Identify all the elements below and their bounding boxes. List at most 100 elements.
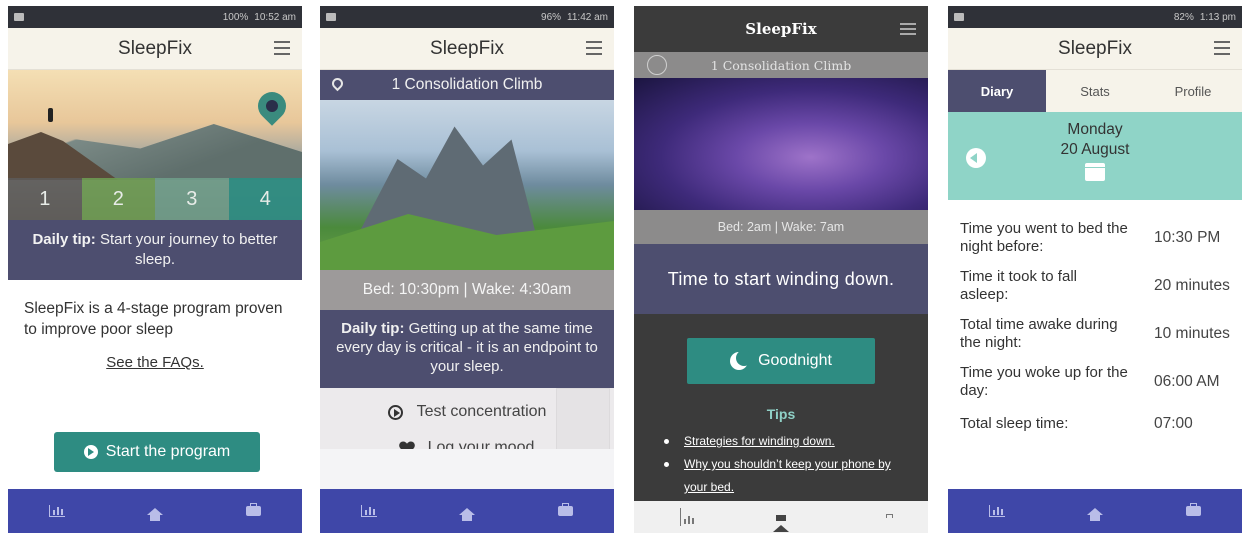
notification-icon: [14, 13, 24, 21]
clock: 11:42 am: [567, 11, 608, 23]
location-pin-icon: [329, 75, 346, 92]
goodnight-label: Goodnight: [758, 352, 832, 369]
arrow-circle-icon: [83, 445, 98, 459]
home-icon: [773, 508, 790, 532]
table-row: Total sleep time: 07:00: [960, 406, 1230, 442]
stage-title: 1 Consolidation Climb: [710, 57, 852, 73]
nav-toolbox[interactable]: [1173, 496, 1213, 526]
diary-question: Time it took to fall asleep:: [960, 268, 1077, 303]
diary-question: Time you went to bed the night before:: [960, 220, 1128, 255]
bottom-nav: [948, 489, 1242, 533]
back-arrow-icon[interactable]: [966, 148, 986, 168]
status-bar: 100% 10:52 am: [8, 6, 302, 28]
app-bar: SleepFix: [8, 28, 302, 70]
diary-answer[interactable]: 20 minutes: [1128, 277, 1230, 295]
phone-night-screen: SleepFix 1 Consolidation Climb Bed: 2am …: [634, 6, 928, 533]
diary-question: Total time awake during the night:: [960, 316, 1118, 351]
tip-link-winding[interactable]: Strategies for winding down.: [684, 434, 835, 448]
hamburger-menu-icon[interactable]: [586, 41, 602, 55]
app-title: SleepFix: [1058, 37, 1132, 59]
daily-tip: Daily tip: Start your journey to better …: [8, 220, 302, 280]
bottom-nav: [8, 489, 302, 533]
nav-home[interactable]: [1075, 496, 1115, 526]
diary-answer[interactable]: 06:00 AM: [1128, 373, 1220, 391]
tab-bar: Diary Stats Profile: [948, 70, 1242, 112]
nav-stats[interactable]: [680, 508, 695, 526]
clock: 1:13 pm: [1199, 11, 1236, 23]
location-pin-icon: [647, 55, 667, 75]
briefcase-icon: [1185, 503, 1201, 516]
notification-icon: [954, 13, 964, 21]
night-content: Goodnight Tips Strategies for winding do…: [634, 314, 928, 508]
bar-chart-icon: [49, 505, 65, 517]
date-header: Monday 20 August: [948, 112, 1242, 200]
stage-4[interactable]: 4: [228, 178, 302, 220]
nav-home[interactable]: [135, 496, 175, 526]
bottom-nav: [634, 501, 928, 533]
diary-question: Total sleep time:: [960, 415, 1069, 432]
notification-icon: [326, 13, 336, 21]
sleep-schedule: Bed: 2am | Wake: 7am: [634, 210, 928, 244]
table-row: Time you went to bed the night before: 1…: [960, 214, 1230, 262]
program-intro: SleepFix is a 4-stage program proven to …: [24, 300, 283, 338]
stage-1[interactable]: 1: [8, 178, 82, 220]
nav-stats[interactable]: [349, 496, 389, 526]
nav-stats[interactable]: [37, 496, 77, 526]
moon-pin-icon: [252, 86, 292, 126]
nav-stats[interactable]: [977, 496, 1017, 526]
diary-date: 20 August: [1060, 141, 1130, 158]
stage-selector: 1 2 3 4: [8, 178, 302, 220]
night-sky-image: [634, 78, 928, 210]
app-bar: SleepFix: [634, 6, 928, 52]
home-icon: [459, 507, 475, 521]
battery-level: 82%: [1173, 11, 1194, 23]
battery-level: 100%: [222, 11, 249, 23]
tip-link-phone[interactable]: Why you shouldn’t keep your phone by you…: [684, 457, 891, 494]
nav-toolbox[interactable]: [233, 496, 273, 526]
diary-answer[interactable]: 10 minutes: [1128, 325, 1230, 343]
stage-title-bar: 1 Consolidation Climb: [634, 52, 928, 78]
hamburger-menu-icon[interactable]: [900, 23, 916, 35]
stage-title: 1 Consolidation Climb: [391, 76, 543, 93]
diary-day: Monday: [1067, 121, 1123, 138]
bar-chart-icon: [361, 505, 377, 517]
briefcase-icon: [245, 503, 261, 516]
diary-answer: 07:00: [1154, 415, 1193, 432]
table-row: Total time awake during the night: 10 mi…: [960, 310, 1230, 358]
list-item: Why you shouldn’t keep your phone by you…: [664, 453, 900, 499]
nav-home[interactable]: [773, 508, 790, 532]
bar-chart-icon: [680, 508, 695, 526]
start-program-button[interactable]: Start the program: [54, 432, 260, 472]
table-row: Time you woke up for the day: 06:00 AM: [960, 358, 1230, 406]
clock: 10:52 am: [254, 11, 296, 23]
tips-heading: Tips: [766, 406, 796, 422]
diary-question: Time you woke up for the day:: [960, 364, 1128, 399]
tips-list: Strategies for winding down. Why you sho…: [634, 422, 928, 499]
nav-home[interactable]: [447, 496, 487, 526]
stage-3[interactable]: 3: [155, 178, 229, 220]
list-item: Strategies for winding down.: [664, 430, 900, 453]
nav-toolbox[interactable]: [545, 496, 585, 526]
tab-stats[interactable]: Stats: [1046, 70, 1144, 112]
start-program-label: Start the program: [105, 443, 231, 460]
app-title: SleepFix: [430, 37, 504, 59]
mountain-image: [320, 100, 614, 270]
hamburger-menu-icon[interactable]: [1214, 41, 1230, 55]
faq-link[interactable]: See the FAQs.: [8, 354, 302, 371]
tab-profile[interactable]: Profile: [1144, 70, 1242, 112]
goodnight-button[interactable]: Goodnight: [687, 338, 875, 384]
hamburger-menu-icon[interactable]: [274, 41, 290, 55]
stage-title-bar: 1 Consolidation Climb: [320, 70, 614, 100]
stage-2[interactable]: 2: [81, 178, 155, 220]
play-circle-icon: [387, 404, 403, 420]
status-bar: 96% 11:42 am: [320, 6, 614, 28]
phone-diary-screen: 82% 1:13 pm SleepFix Diary Stats Profile…: [948, 6, 1242, 533]
app-bar: SleepFix: [320, 28, 614, 70]
faded-toolbar: [320, 449, 614, 489]
phone-stage-screen: 96% 11:42 am SleepFix 1 Consolidation Cl…: [320, 6, 614, 533]
tab-diary[interactable]: Diary: [948, 70, 1046, 112]
app-title: SleepFix: [745, 20, 817, 38]
daily-tip: Daily tip: Getting up at the same time e…: [320, 310, 614, 388]
diary-answer[interactable]: 10:30 PM: [1128, 229, 1220, 247]
calendar-icon[interactable]: [1085, 163, 1105, 181]
